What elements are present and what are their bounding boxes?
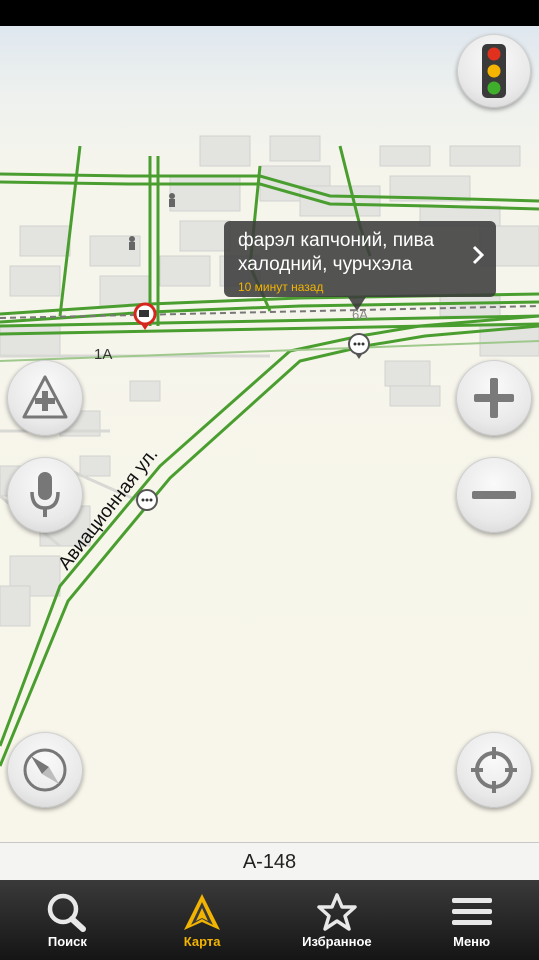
chat-marker-icon	[348, 333, 370, 359]
popup-pointer	[348, 297, 366, 311]
chat-marker-icon	[136, 489, 158, 511]
current-road-bar: А-148	[0, 842, 539, 882]
traffic-button[interactable]	[457, 34, 531, 108]
plus-icon	[474, 378, 514, 418]
star-icon	[317, 893, 357, 931]
tab-menu[interactable]: Меню	[404, 880, 539, 960]
add-road-event-icon	[22, 375, 68, 419]
voice-search-button[interactable]	[7, 457, 83, 533]
compass-icon	[23, 748, 67, 792]
navigation-arrow-icon	[184, 894, 221, 930]
speed-camera-icon	[133, 302, 157, 330]
current-road-name: А-148	[242, 851, 297, 873]
add-road-event-button[interactable]	[7, 360, 83, 436]
search-icon	[48, 893, 87, 932]
map-canvas: Авиационная ул.	[0, 135, 539, 767]
minus-icon	[472, 491, 516, 499]
zoom-out-button[interactable]	[456, 457, 532, 533]
zoom-in-button[interactable]	[456, 360, 532, 436]
status-bar	[0, 0, 539, 26]
chevron-right-icon	[472, 245, 485, 271]
popup-text-line1: фарэл капчоний, пива	[238, 230, 435, 251]
tab-map[interactable]: Карта	[135, 880, 270, 960]
traffic-light-icon	[482, 44, 506, 98]
tab-favorites[interactable]: Избранное	[270, 880, 405, 960]
popup-text-line2: халодний, чурчхэла	[238, 254, 413, 275]
my-location-button[interactable]	[456, 732, 532, 808]
event-popup[interactable]: фарэл капчоний, пива халодний, чурчхэла …	[224, 221, 496, 311]
popup-time: 10 минут назад	[238, 280, 324, 294]
tab-label: Поиск	[47, 934, 87, 949]
crosshair-icon	[471, 747, 517, 793]
tab-label: Карта	[183, 934, 221, 949]
map-view[interactable]: Авиационная ул. 1А 6А фарэл капчоний, пи…	[0, 26, 539, 842]
compass-button[interactable]	[7, 732, 83, 808]
tab-label: Меню	[453, 934, 491, 949]
bottom-tab-bar: Поиск Карта Избранное Меню	[0, 880, 539, 960]
tab-search[interactable]: Поиск	[0, 880, 135, 960]
tab-label: Избранное	[302, 934, 372, 949]
menu-icon	[451, 898, 492, 925]
house-label: 1А	[94, 346, 113, 363]
microphone-icon	[30, 472, 60, 517]
